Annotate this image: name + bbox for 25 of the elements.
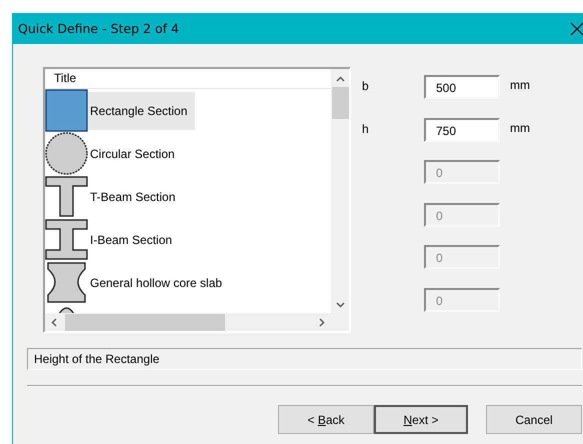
list-item[interactable]: Rectangle Section: [88, 92, 196, 130]
scroll-down-icon[interactable]: [336, 302, 344, 308]
scroll-thumb[interactable]: [65, 314, 225, 330]
dialog-button[interactable]: Cancel: [486, 405, 582, 434]
vertical-scrollbar[interactable]: [331, 69, 349, 313]
dialog-button[interactable]: < Back: [278, 405, 374, 434]
list-item[interactable]: T-Beam Section: [88, 178, 182, 216]
dialog-button[interactable]: Next >: [374, 405, 468, 434]
scroll-up-icon[interactable]: [336, 76, 344, 82]
field-label: b: [362, 78, 370, 93]
list-item[interactable]: Circular Section: [88, 134, 181, 172]
unit-label: mm: [509, 77, 531, 92]
list-item[interactable]: I-Beam Section: [88, 220, 178, 258]
scroll-left-icon[interactable]: [51, 318, 57, 326]
unit-label: mm: [509, 120, 531, 134]
scroll-right-icon[interactable]: [319, 318, 325, 326]
list-item[interactable]: General hollow core slab: [88, 264, 228, 302]
status-text: Height of the Rectangle: [27, 348, 582, 370]
horizontal-scrollbar[interactable]: [45, 313, 331, 331]
scroll-thumb[interactable]: [332, 87, 348, 119]
close-icon[interactable]: [570, 22, 583, 36]
window-title: Quick Define - Step 2 of 4: [18, 21, 179, 36]
input-field[interactable]: 500: [424, 75, 500, 99]
input-field[interactable]: 750: [424, 118, 500, 142]
field-label: h: [362, 120, 370, 136]
